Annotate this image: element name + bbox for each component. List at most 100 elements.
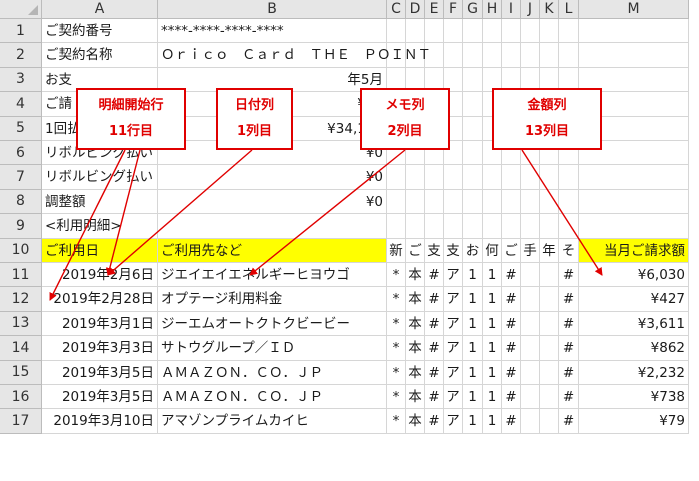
cell-j12[interactable] <box>521 287 540 312</box>
cell-f8[interactable] <box>444 189 463 215</box>
cell-a14[interactable]: 2019年3月3日 <box>42 336 158 361</box>
cell-f2[interactable] <box>444 43 463 68</box>
cell-l16[interactable]: # <box>559 385 579 410</box>
cell-l15[interactable]: # <box>559 360 579 385</box>
cell-k17[interactable] <box>540 409 559 434</box>
row-header[interactable]: 12 <box>0 287 42 312</box>
cell-k15[interactable] <box>540 360 559 385</box>
cell-b10[interactable]: ご利用先など <box>158 238 387 263</box>
cell-k8[interactable] <box>540 189 559 215</box>
cell-i15[interactable]: # <box>502 360 521 385</box>
cell-b16[interactable]: ＡＭＡＺＯＮ．ＣＯ．ＪＰ <box>158 385 387 410</box>
cell-g15[interactable]: 1 <box>463 360 483 385</box>
cell-i1[interactable] <box>502 19 521 44</box>
cell-j9[interactable] <box>521 214 540 239</box>
column-header-j[interactable]: J <box>521 0 540 19</box>
row-header[interactable]: 14 <box>0 336 42 361</box>
cell-h11[interactable]: 1 <box>483 263 502 288</box>
cell-l8[interactable] <box>559 189 579 215</box>
cell-f17[interactable]: ア <box>444 409 463 434</box>
cell-j15[interactable] <box>521 360 540 385</box>
cell-a2[interactable]: ご契約名称 <box>42 43 158 68</box>
cell-b1[interactable]: ****-****-****-**** <box>158 19 387 44</box>
cell-c17[interactable]: * <box>387 409 406 434</box>
cell-l17[interactable]: # <box>559 409 579 434</box>
cell-k1[interactable] <box>540 19 559 44</box>
cell-k2[interactable] <box>540 43 559 68</box>
cell-l14[interactable]: # <box>559 336 579 361</box>
cell-m14[interactable]: ¥862 <box>579 336 689 361</box>
cell-f16[interactable]: ア <box>444 385 463 410</box>
cell-g14[interactable]: 1 <box>463 336 483 361</box>
row-header[interactable]: 4 <box>0 92 42 117</box>
cell-g8[interactable] <box>463 189 483 215</box>
cell-k12[interactable] <box>540 287 559 312</box>
column-header-k[interactable]: K <box>540 0 559 19</box>
cell-d11[interactable]: 本 <box>406 263 425 288</box>
cell-d13[interactable]: 本 <box>406 311 425 337</box>
cell-m10[interactable]: 当月ご請求額 <box>579 238 689 263</box>
cell-g10[interactable]: お <box>463 238 483 263</box>
column-header-f[interactable]: F <box>444 0 463 19</box>
cell-j10[interactable]: 手 <box>521 238 540 263</box>
column-header-h[interactable]: H <box>483 0 502 19</box>
cell-d16[interactable]: 本 <box>406 385 425 410</box>
cell-g5[interactable] <box>463 116 483 141</box>
cell-h8[interactable] <box>483 189 502 215</box>
cell-g4[interactable] <box>463 92 483 117</box>
cell-d10[interactable]: ご <box>406 238 425 263</box>
cell-c12[interactable]: * <box>387 287 406 312</box>
cell-d17[interactable]: 本 <box>406 409 425 434</box>
row-header[interactable]: 8 <box>0 189 42 215</box>
cell-i16[interactable]: # <box>502 385 521 410</box>
cell-e11[interactable]: # <box>425 263 444 288</box>
cell-c13[interactable]: * <box>387 311 406 337</box>
cell-e14[interactable]: # <box>425 336 444 361</box>
cell-m9[interactable] <box>579 214 689 239</box>
cell-m13[interactable]: ¥3,611 <box>579 311 689 337</box>
cell-i10[interactable]: ご <box>502 238 521 263</box>
cell-f14[interactable]: ア <box>444 336 463 361</box>
cell-j8[interactable] <box>521 189 540 215</box>
cell-b7[interactable]: ¥0 <box>158 165 387 190</box>
cell-d14[interactable]: 本 <box>406 336 425 361</box>
cell-f13[interactable]: ア <box>444 311 463 337</box>
cell-a8[interactable]: 調整額 <box>42 189 158 215</box>
column-header-i[interactable]: I <box>502 0 521 19</box>
cell-j16[interactable] <box>521 385 540 410</box>
cell-g7[interactable] <box>463 165 483 190</box>
cell-i9[interactable] <box>502 214 521 239</box>
cell-g9[interactable] <box>463 214 483 239</box>
cell-l7[interactable] <box>559 165 579 190</box>
row-header[interactable]: 11 <box>0 263 42 288</box>
cell-f10[interactable]: 支 <box>444 238 463 263</box>
cell-b14[interactable]: サトウグループ／ＩＤ <box>158 336 387 361</box>
cell-h1[interactable] <box>483 19 502 44</box>
cell-a1[interactable]: ご契約番号 <box>42 19 158 44</box>
cell-i12[interactable]: # <box>502 287 521 312</box>
cell-a13[interactable]: 2019年3月1日 <box>42 311 158 337</box>
cell-i8[interactable] <box>502 189 521 215</box>
row-header[interactable]: 15 <box>0 360 42 385</box>
row-header[interactable]: 7 <box>0 165 42 190</box>
cell-m1[interactable] <box>579 19 689 44</box>
cell-e9[interactable] <box>425 214 444 239</box>
cell-j2[interactable] <box>521 43 540 68</box>
cell-e12[interactable]: # <box>425 287 444 312</box>
cell-m12[interactable]: ¥427 <box>579 287 689 312</box>
cell-i7[interactable] <box>502 165 521 190</box>
cell-b13[interactable]: ジーエムオートクトクビービー <box>158 311 387 337</box>
row-header[interactable]: 16 <box>0 385 42 410</box>
cell-m11[interactable]: ¥6,030 <box>579 263 689 288</box>
cell-j11[interactable] <box>521 263 540 288</box>
cell-e7[interactable] <box>425 165 444 190</box>
column-header-l[interactable]: L <box>559 0 579 19</box>
cell-e17[interactable]: # <box>425 409 444 434</box>
cell-f15[interactable]: ア <box>444 360 463 385</box>
cell-l10[interactable]: そ <box>559 238 579 263</box>
cell-d9[interactable] <box>406 214 425 239</box>
cell-a9[interactable]: <利用明細> <box>42 214 158 239</box>
cell-c14[interactable]: * <box>387 336 406 361</box>
cell-f1[interactable] <box>444 19 463 44</box>
cell-k11[interactable] <box>540 263 559 288</box>
